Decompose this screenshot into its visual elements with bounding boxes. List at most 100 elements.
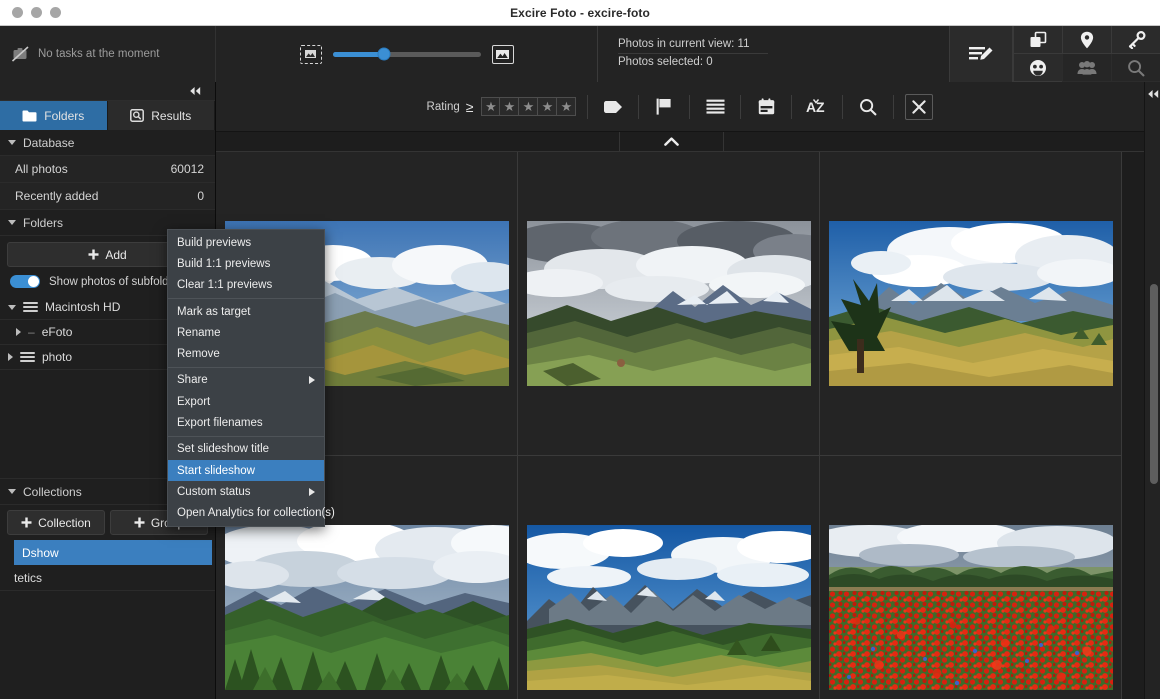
context-menu-item[interactable]: Open Analytics for collection(s) — [168, 503, 335, 524]
thumbnail-size-slider[interactable] — [332, 47, 481, 61]
filter-sort-button[interactable]: A Z — [803, 94, 831, 120]
tree-item-efoto-label: eFoto — [41, 325, 73, 339]
filter-toolbar: Rating ≥ ★ ★ ★ ★ ★ A Z — [216, 82, 1144, 132]
tab-results[interactable]: Results — [107, 101, 215, 130]
divider — [893, 94, 895, 119]
task-status-area: No tasks at the moment — [0, 26, 216, 82]
sidebar-item-all-photos[interactable]: All photos 60012 — [0, 156, 215, 183]
context-menu-item-label: Mark as target — [177, 305, 251, 318]
recently-added-label: Recently added — [15, 189, 99, 203]
search-button — [1111, 54, 1160, 82]
keywords-button[interactable] — [1111, 26, 1160, 54]
folder-icon — [22, 110, 37, 122]
rating-star-4[interactable]: ★ — [538, 97, 558, 116]
az-sort-icon: A Z — [806, 98, 828, 115]
filter-flag-button[interactable] — [650, 94, 678, 120]
rating-stars[interactable]: ★ ★ ★ ★ ★ — [481, 97, 577, 116]
chevron-up-icon — [664, 137, 679, 146]
collection-item-dshow[interactable]: Dshow — [0, 540, 215, 565]
sidebar-item-recently-added[interactable]: Recently added 0 — [0, 183, 215, 210]
map-pin-icon — [1080, 31, 1094, 49]
context-menu-item[interactable]: Rename — [168, 322, 324, 343]
context-menu-item[interactable]: Set slideshow title — [168, 439, 324, 460]
metadata-editor-button[interactable] — [949, 26, 1013, 82]
lines-icon — [706, 99, 725, 114]
photo-cell[interactable] — [518, 152, 820, 456]
section-database[interactable]: Database — [0, 130, 215, 156]
close-x-icon — [912, 99, 927, 114]
poppy-field-thumbnail — [828, 525, 1113, 690]
rating-star-3[interactable]: ★ — [519, 97, 539, 116]
filter-date-button[interactable] — [752, 94, 780, 120]
grid-collapse-toggle[interactable] — [620, 132, 724, 152]
sidebar-collapse-bar[interactable] — [0, 82, 215, 101]
divider — [791, 94, 793, 119]
add-folder-label: Add — [105, 247, 127, 262]
double-chevron-left-icon — [1146, 89, 1160, 99]
show-subfolders-toggle[interactable] — [10, 275, 40, 288]
right-panel-collapse-button[interactable] — [1145, 82, 1160, 106]
people-button — [1062, 54, 1111, 82]
chevron-right-icon[interactable] — [16, 328, 21, 336]
rating-operator[interactable]: ≥ — [466, 99, 474, 115]
collection-item-tetics[interactable]: tetics — [0, 565, 215, 590]
add-collection-label: Collection — [38, 515, 91, 530]
thumbnail-large-icon[interactable] — [491, 44, 514, 64]
divider — [587, 94, 589, 119]
context-menu-item-label: Share — [177, 374, 208, 387]
context-menu-item[interactable]: Custom status — [168, 481, 324, 502]
context-menu-item[interactable]: Mark as target — [168, 301, 324, 322]
calendar-icon — [758, 98, 775, 115]
context-menu-item-label: Open Analytics for collection(s) — [177, 507, 335, 520]
context-menu-item-label: Build previews — [177, 236, 252, 249]
rating-star-1[interactable]: ★ — [481, 97, 501, 116]
people-icon — [1077, 60, 1097, 76]
context-menu-item[interactable]: Remove — [168, 343, 324, 364]
rating-star-5[interactable]: ★ — [557, 97, 577, 116]
rating-label: Rating — [426, 100, 460, 113]
divider — [842, 94, 844, 119]
drive-icon — [23, 301, 38, 313]
double-chevron-left-icon[interactable] — [188, 86, 202, 96]
photo-cell[interactable] — [820, 152, 1122, 456]
places-button[interactable] — [1062, 26, 1111, 54]
faces-button[interactable] — [1013, 54, 1062, 82]
context-menu-item[interactable]: Start slideshow — [168, 459, 324, 482]
add-collection-button[interactable]: Collection — [7, 510, 105, 535]
all-photos-count: 60012 — [170, 162, 204, 176]
rocky-peaks-meadow-thumbnail — [526, 525, 811, 690]
tab-results-label: Results — [151, 108, 192, 123]
context-menu-item[interactable]: Export — [168, 391, 324, 412]
filter-label-button[interactable] — [599, 94, 627, 120]
photo-cell[interactable] — [820, 456, 1122, 699]
chevron-right-icon[interactable] — [8, 353, 13, 361]
context-menu-item[interactable]: Build 1:1 previews — [168, 253, 324, 274]
grid-collapse-left — [216, 132, 620, 152]
context-menu-item[interactable]: Export filenames — [168, 412, 324, 433]
context-menu-item[interactable]: Build previews — [168, 232, 324, 253]
chevron-down-icon[interactable] — [8, 304, 16, 310]
context-menu-item-label: Rename — [177, 326, 221, 339]
rating-star-2[interactable]: ★ — [500, 97, 520, 116]
duplicates-button[interactable] — [1013, 26, 1062, 54]
task-status-label: No tasks at the moment — [38, 48, 160, 60]
context-menu-item[interactable]: Share — [168, 370, 324, 391]
tab-folders[interactable]: Folders — [0, 101, 108, 130]
grid-vertical-scrollbar[interactable] — [1150, 284, 1158, 484]
section-collections-label: Collections — [23, 484, 82, 499]
section-folders-label: Folders — [23, 215, 64, 230]
filter-search-button[interactable] — [854, 94, 882, 120]
filter-clear-button[interactable] — [905, 93, 934, 120]
collection-context-menu: Build previews Build 1:1 previews Clear 1:… — [167, 229, 335, 527]
thumbnail-small-icon[interactable] — [299, 44, 322, 64]
context-menu-item[interactable]: Clear 1:1 previews — [168, 275, 324, 296]
context-menu-item-label: Clear 1:1 previews — [177, 279, 273, 292]
photo-cell[interactable] — [518, 456, 820, 699]
divider — [740, 94, 742, 119]
window-title: Excire Foto - excire-foto — [510, 5, 650, 20]
tab-folders-label: Folders — [44, 108, 85, 123]
right-panel-rail — [1144, 82, 1160, 699]
context-menu-item-label: Export filenames — [177, 417, 263, 430]
filter-list-button[interactable] — [701, 94, 729, 120]
show-subfolders-label: Show photos of subfolders — [49, 275, 185, 288]
